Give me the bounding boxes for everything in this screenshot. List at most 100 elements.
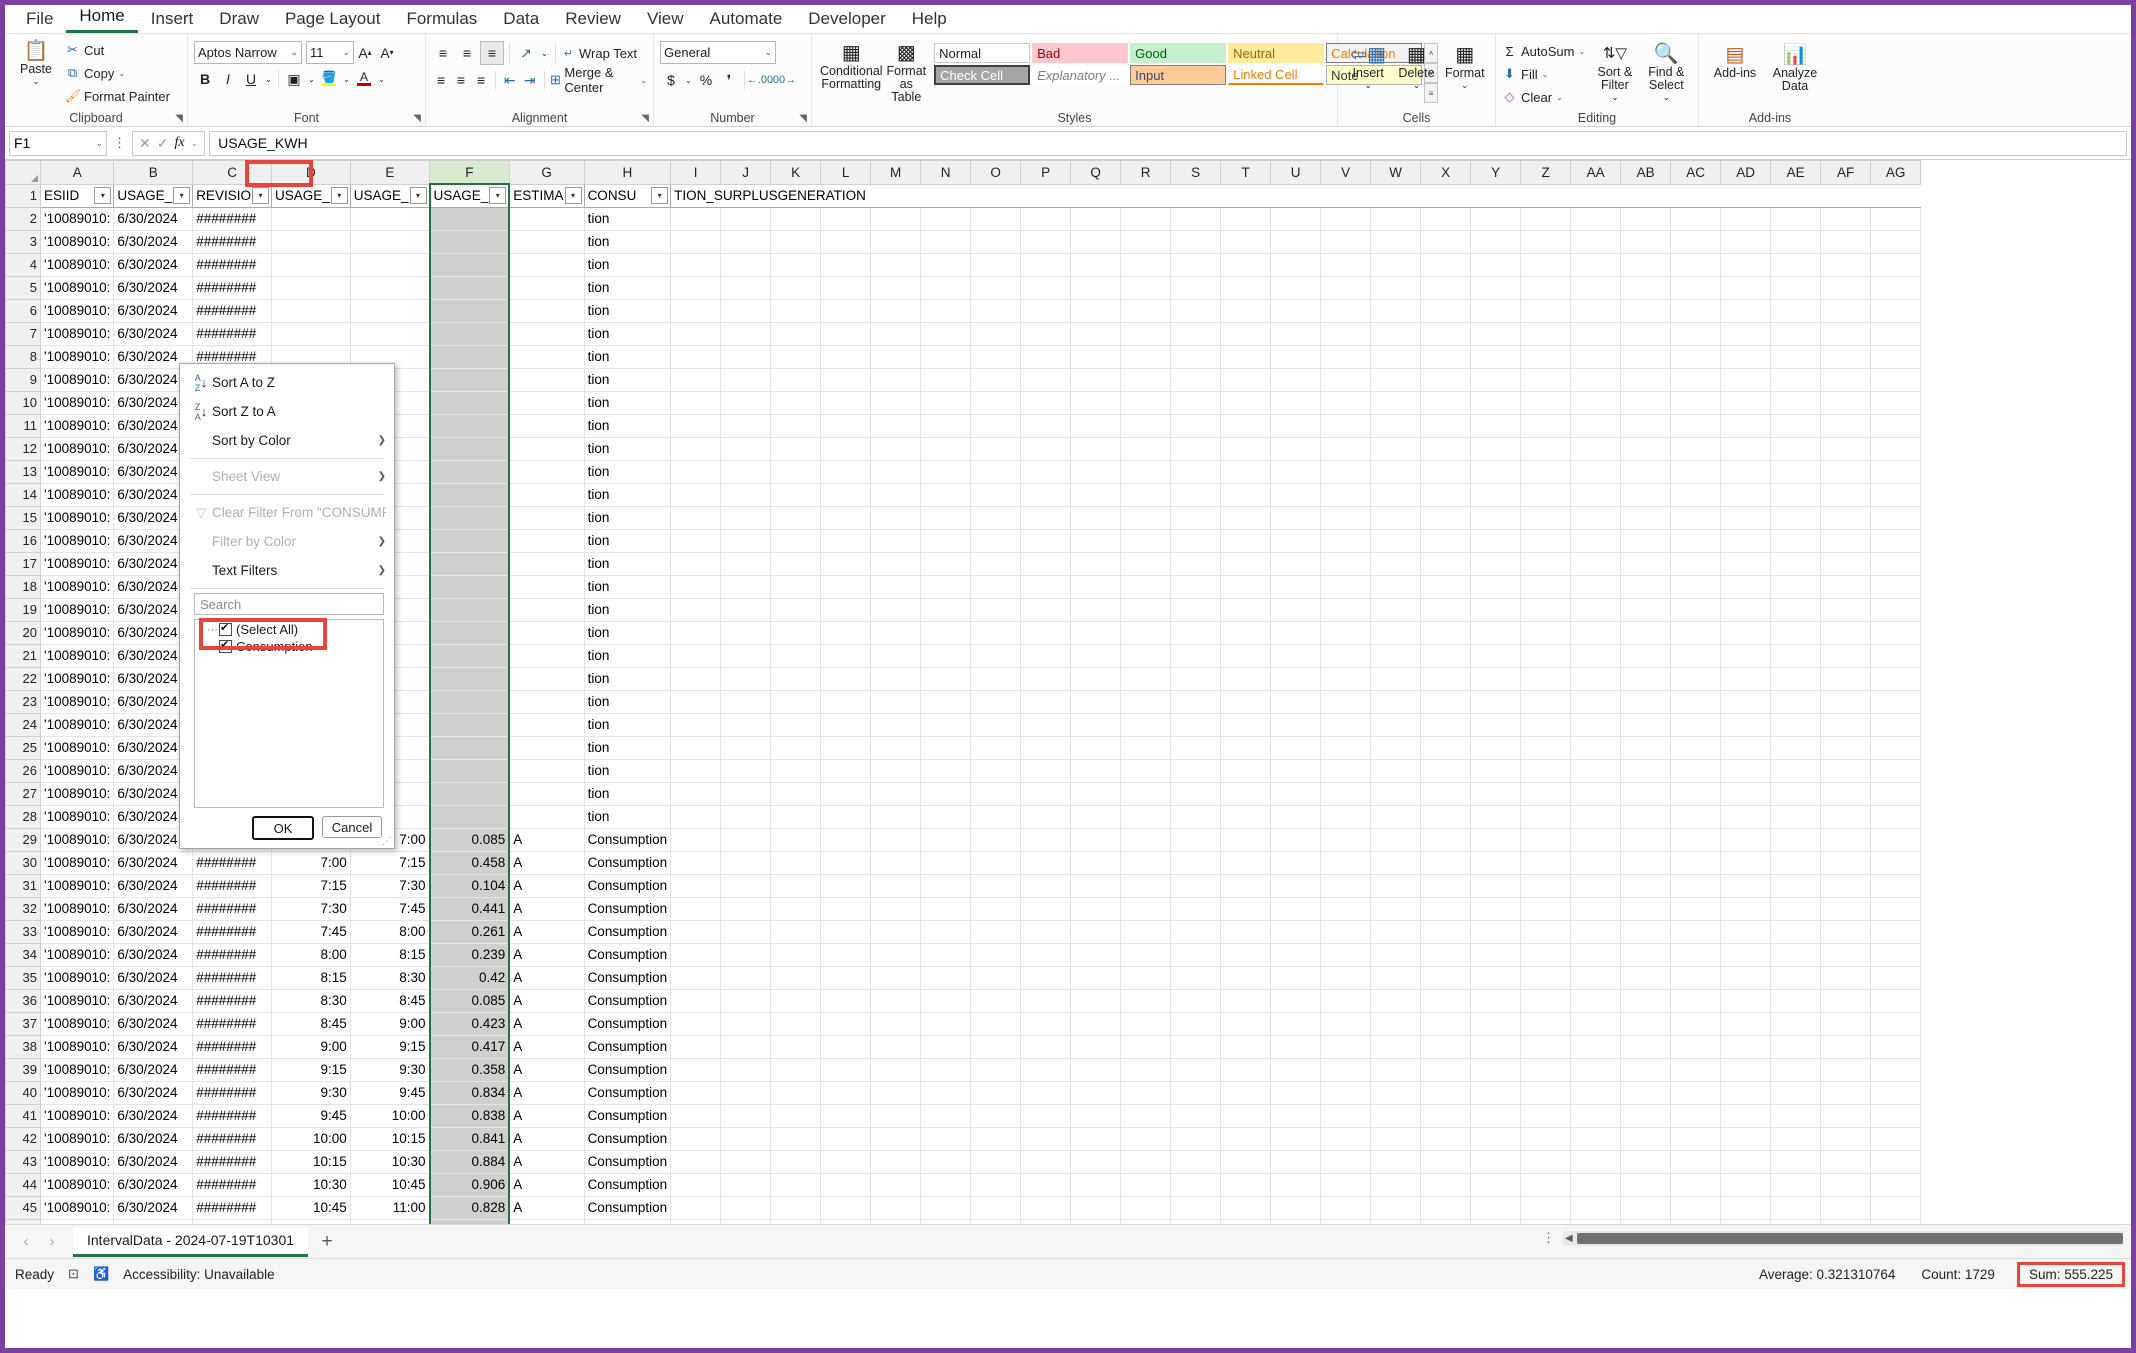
cell-empty[interactable] (771, 529, 821, 552)
column-header-ab[interactable]: AB (1621, 161, 1671, 185)
cell-empty[interactable] (1821, 1058, 1871, 1081)
cell-consumption[interactable]: tion (584, 621, 671, 644)
cell-empty[interactable] (1521, 736, 1571, 759)
cell-empty[interactable] (1171, 759, 1221, 782)
cell-empty[interactable] (771, 1150, 821, 1173)
cell-empty[interactable] (1771, 299, 1821, 322)
cell-esiid[interactable]: '10089010: (41, 529, 114, 552)
row-header[interactable]: 3 (6, 230, 41, 253)
cell-empty[interactable] (1121, 828, 1171, 851)
number-format-select[interactable]: General ⌄ (660, 41, 776, 64)
cell-empty[interactable] (671, 391, 721, 414)
cell-empty[interactable] (1821, 368, 1871, 391)
cell-empty[interactable] (921, 437, 971, 460)
cell-empty[interactable] (1321, 299, 1371, 322)
cell-empty[interactable] (1121, 713, 1171, 736)
cell-empty[interactable] (1471, 621, 1521, 644)
cell-empty[interactable] (971, 759, 1021, 782)
cell-empty[interactable] (1571, 230, 1621, 253)
cell-empty[interactable] (1821, 690, 1871, 713)
cell-usage-kwh[interactable]: 0.441 (430, 897, 510, 920)
cell-empty[interactable] (1021, 506, 1071, 529)
cell-empty[interactable] (1471, 782, 1521, 805)
cell-empty[interactable] (1771, 1173, 1821, 1196)
cell-empty[interactable] (671, 690, 721, 713)
cell-empty[interactable] (1621, 506, 1671, 529)
cell-empty[interactable] (1871, 1196, 1921, 1219)
cell-empty[interactable] (1621, 805, 1671, 828)
cell-empty[interactable] (1621, 345, 1671, 368)
insert-cells-button[interactable]: ⇦▦ Insert ⌄ (1344, 42, 1392, 93)
cell-empty[interactable] (1671, 322, 1721, 345)
column-header-aa[interactable]: AA (1571, 161, 1621, 185)
cell-empty[interactable] (1171, 1035, 1221, 1058)
cell-empty[interactable] (1221, 805, 1271, 828)
cell-empty[interactable] (1171, 897, 1221, 920)
cell-empty[interactable] (1571, 851, 1621, 874)
cell-empty[interactable] (1171, 874, 1221, 897)
cell-empty[interactable] (1271, 506, 1321, 529)
cell-esiid[interactable]: '10089010: (41, 736, 114, 759)
cell-empty[interactable] (1071, 1127, 1121, 1150)
cell-empty[interactable] (1771, 1035, 1821, 1058)
cell-empty[interactable] (971, 621, 1021, 644)
cell-esiid[interactable]: '10089010: (41, 690, 114, 713)
cell-empty[interactable] (671, 1012, 721, 1035)
cell-empty[interactable] (1721, 391, 1771, 414)
cell-empty[interactable] (1471, 299, 1521, 322)
cell-empty[interactable] (1471, 828, 1521, 851)
cell-empty[interactable] (1471, 253, 1521, 276)
cell-empty[interactable] (771, 621, 821, 644)
cell-empty[interactable] (1421, 460, 1471, 483)
cell-empty[interactable] (1321, 414, 1371, 437)
cell-empty[interactable] (1771, 713, 1821, 736)
cell-esiid[interactable]: '10089010: (41, 828, 114, 851)
cell-empty[interactable] (1771, 460, 1821, 483)
cell-empty[interactable] (821, 368, 871, 391)
cell-empty[interactable] (1821, 552, 1871, 575)
cell-empty[interactable] (1771, 667, 1821, 690)
cell-empty[interactable] (1421, 828, 1471, 851)
cell-empty[interactable] (971, 897, 1021, 920)
cell-empty[interactable] (1021, 989, 1071, 1012)
cell-empty[interactable] (1071, 805, 1121, 828)
cell-empty[interactable] (671, 1035, 721, 1058)
cell-estimate[interactable]: A (509, 1150, 584, 1173)
cell-empty[interactable] (1721, 1035, 1771, 1058)
cell-empty[interactable] (1571, 920, 1621, 943)
cell-esiid[interactable]: '10089010: (41, 1058, 114, 1081)
cell-estimate[interactable] (509, 345, 584, 368)
cell-usage-kwh[interactable] (430, 759, 510, 782)
tab-view[interactable]: View (634, 7, 697, 33)
cell-revision[interactable]: ######## (193, 253, 272, 276)
cell-empty[interactable] (821, 506, 871, 529)
cell-empty[interactable] (1721, 782, 1771, 805)
cell-empty[interactable] (1521, 276, 1571, 299)
cell-empty[interactable] (1621, 690, 1671, 713)
cell-empty[interactable] (871, 966, 921, 989)
cell-estimate[interactable]: A (509, 1081, 584, 1104)
cell-empty[interactable] (1521, 1196, 1571, 1219)
cell-empty[interactable] (1421, 414, 1471, 437)
cell-empty[interactable] (1771, 828, 1821, 851)
cell-empty[interactable] (1421, 1150, 1471, 1173)
cell-empty[interactable] (1321, 713, 1371, 736)
cell-empty[interactable] (1521, 437, 1571, 460)
cell-empty[interactable] (1721, 1127, 1771, 1150)
cell-empty[interactable] (971, 1150, 1021, 1173)
cell-empty[interactable] (1871, 828, 1921, 851)
cell-empty[interactable] (1671, 644, 1721, 667)
cell-empty[interactable] (1771, 1127, 1821, 1150)
cell-usage-date[interactable]: 6/30/2024 (114, 920, 193, 943)
cell-empty[interactable] (1671, 345, 1721, 368)
cell-empty[interactable] (871, 506, 921, 529)
cell-empty[interactable] (871, 805, 921, 828)
row-header[interactable]: 1 (6, 184, 41, 207)
cell-empty[interactable] (721, 782, 771, 805)
number-dialog-launcher-icon[interactable]: ◥ (799, 113, 807, 124)
cell-empty[interactable] (1871, 943, 1921, 966)
cell-empty[interactable] (1421, 989, 1471, 1012)
comma-format-icon[interactable]: ❜ (718, 69, 740, 91)
cell-empty[interactable] (671, 1127, 721, 1150)
cell-empty[interactable] (1871, 1012, 1921, 1035)
